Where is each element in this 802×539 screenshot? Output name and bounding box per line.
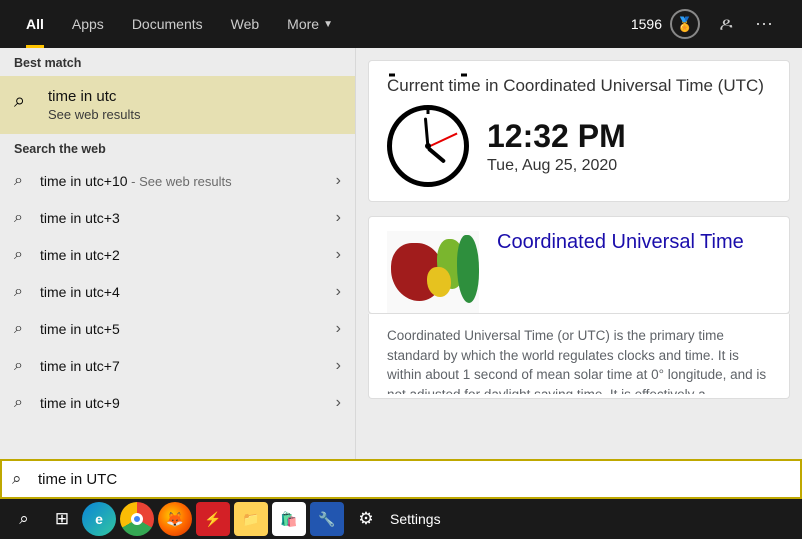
digital-time: 12:32 PM (487, 118, 626, 155)
suggestion-text: time in utc+9 (40, 395, 336, 411)
app-icon-red[interactable]: ⚡ (196, 502, 230, 536)
more-options-icon[interactable]: ⋯ (752, 14, 776, 35)
results-panel: Best match ⌕ time in utc See web results… (0, 48, 356, 459)
suggestion-text: time in utc+3 (40, 210, 336, 226)
firefox-icon[interactable]: 🦊 (158, 502, 192, 536)
settings-gear-icon[interactable]: ⚙ (348, 501, 384, 537)
search-icon: ⌕ (14, 90, 40, 113)
suggestion-text: time in utc+4 (40, 284, 336, 300)
suggestion-text: time in utc+10 - See web results (40, 173, 336, 189)
chrome-icon[interactable] (120, 502, 154, 536)
search-input[interactable] (38, 471, 790, 488)
current-time-title: Current time in Coordinated Universal Ti… (387, 75, 771, 97)
tab-web[interactable]: Web (217, 0, 274, 48)
date-text: Tue, Aug 25, 2020 (487, 157, 626, 175)
current-time-card: Current time in Coordinated Universal Ti… (368, 60, 790, 202)
search-icon: ⌕ (14, 320, 40, 338)
rewards-points: 1596 (631, 16, 662, 32)
search-icon: ⌕ (14, 357, 40, 375)
best-match-title: time in utc (48, 88, 141, 105)
tab-more[interactable]: More▼ (273, 0, 347, 48)
search-tabs: All Apps Documents Web More▼ 1596 🏅 ዶ ⋯ (0, 0, 802, 48)
taskbar-search-icon[interactable]: ⌕ (6, 501, 42, 537)
task-view-icon[interactable]: ⊞ (44, 501, 80, 537)
search-icon: ⌕ (14, 394, 40, 412)
chevron-right-icon[interactable]: › (336, 320, 341, 338)
web-suggestion[interactable]: ⌕time in utc+9› (0, 384, 355, 421)
search-icon: ⌕ (14, 283, 40, 301)
store-icon[interactable]: 🛍️ (272, 502, 306, 536)
search-bar[interactable]: ⌕ (0, 459, 802, 499)
taskbar: ⌕ ⊞ e 🦊 ⚡ 📁 🛍️ 🔧 ⚙ Settings (0, 499, 802, 539)
web-suggestion[interactable]: ⌕time in utc+7› (0, 347, 355, 384)
utc-card-title[interactable]: Coordinated Universal Time (497, 231, 744, 313)
utc-description: Coordinated Universal Time (or UTC) is t… (369, 322, 789, 394)
chevron-right-icon[interactable]: › (336, 357, 341, 375)
web-suggestion[interactable]: ⌕time in utc+10 - See web results› (0, 162, 355, 199)
timezone-map-icon (387, 231, 479, 313)
search-icon: ⌕ (14, 209, 40, 227)
tab-documents[interactable]: Documents (118, 0, 217, 48)
suggestion-text: time in utc+2 (40, 247, 336, 263)
chevron-right-icon[interactable]: › (336, 209, 341, 227)
file-explorer-icon[interactable]: 📁 (234, 502, 268, 536)
best-match-item[interactable]: ⌕ time in utc See web results (0, 76, 355, 134)
web-suggestion[interactable]: ⌕time in utc+4› (0, 273, 355, 310)
search-icon: ⌕ (14, 172, 40, 190)
edge-icon[interactable]: e (82, 502, 116, 536)
web-suggestion[interactable]: ⌕time in utc+3› (0, 199, 355, 236)
search-icon: ⌕ (12, 469, 38, 489)
app-icon-blue[interactable]: 🔧 (310, 502, 344, 536)
person-icon[interactable]: ዶ (714, 14, 738, 35)
tab-all[interactable]: All (12, 0, 58, 48)
chevron-down-icon: ▼ (323, 19, 333, 30)
best-match-subtitle: See web results (48, 107, 141, 122)
utc-info-card: Coordinated Universal Time (368, 216, 790, 314)
settings-label[interactable]: Settings (390, 511, 441, 527)
chevron-right-icon[interactable]: › (336, 172, 341, 190)
analog-clock-icon (387, 105, 469, 187)
preview-panel: Current time in Coordinated Universal Ti… (356, 48, 802, 459)
chevron-right-icon[interactable]: › (336, 246, 341, 264)
web-suggestion[interactable]: ⌕time in utc+2› (0, 236, 355, 273)
suggestion-text: time in utc+7 (40, 358, 336, 374)
tab-apps[interactable]: Apps (58, 0, 118, 48)
chevron-right-icon[interactable]: › (336, 394, 341, 412)
search-web-label: Search the web (0, 134, 355, 162)
search-icon: ⌕ (14, 246, 40, 264)
chevron-right-icon[interactable]: › (336, 283, 341, 301)
suggestion-text: time in utc+5 (40, 321, 336, 337)
best-match-label: Best match (0, 48, 355, 76)
web-suggestion[interactable]: ⌕time in utc+5› (0, 310, 355, 347)
rewards-badge-icon[interactable]: 🏅 (670, 9, 700, 39)
